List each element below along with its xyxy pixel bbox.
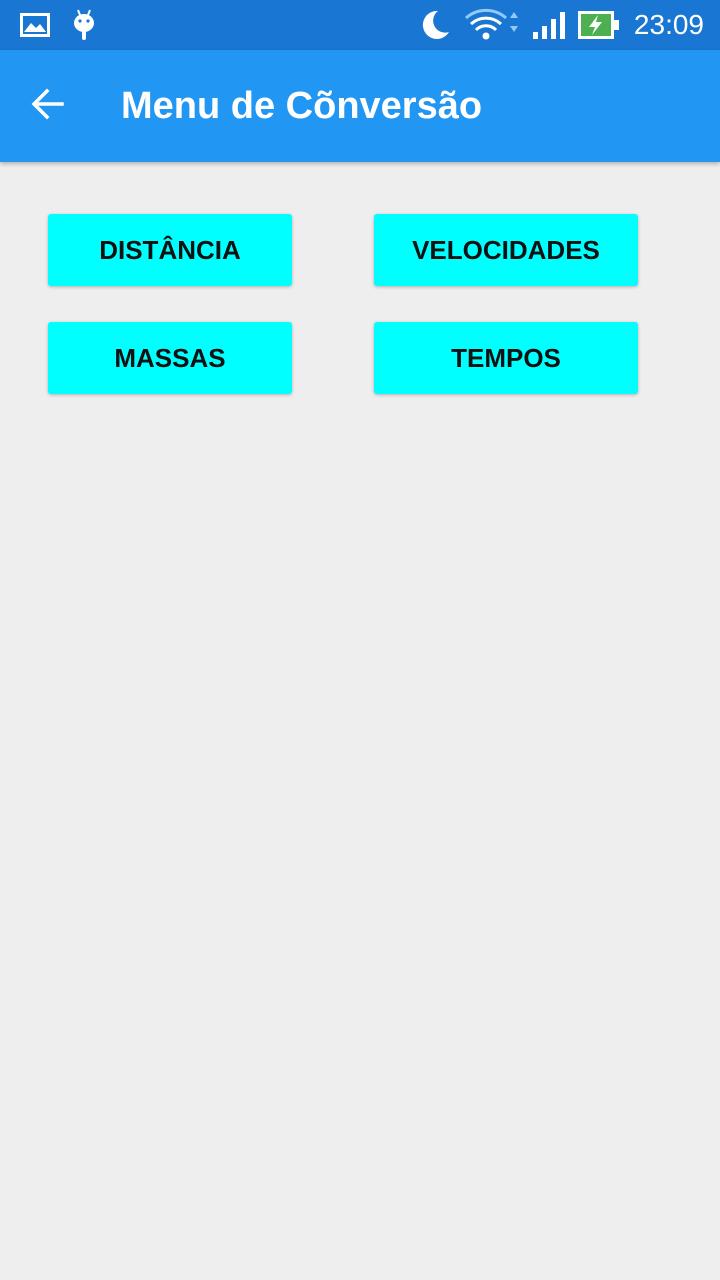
gallery-icon	[20, 0, 50, 50]
status-time: 23:09	[633, 9, 704, 40]
distancia-button[interactable]: DISTÂNCIA	[48, 214, 292, 286]
tempos-button[interactable]: TEMPOS	[374, 322, 638, 394]
back-button[interactable]	[20, 78, 76, 134]
arrow-back-icon	[30, 86, 66, 127]
app-bar: Menu de Cõnversão	[0, 50, 720, 162]
status-bar: 23:09	[0, 0, 720, 50]
battery-charging-icon	[578, 0, 620, 50]
wifi-icon	[464, 0, 522, 50]
cell-signal-icon	[532, 0, 566, 50]
android-debug-icon	[72, 0, 96, 50]
massas-button[interactable]: MASSAS	[48, 322, 292, 394]
do-not-disturb-moon-icon	[418, 0, 452, 50]
page-title: Menu de Cõnversão	[121, 84, 483, 127]
velocidades-button[interactable]: VELOCIDADES	[374, 214, 638, 286]
